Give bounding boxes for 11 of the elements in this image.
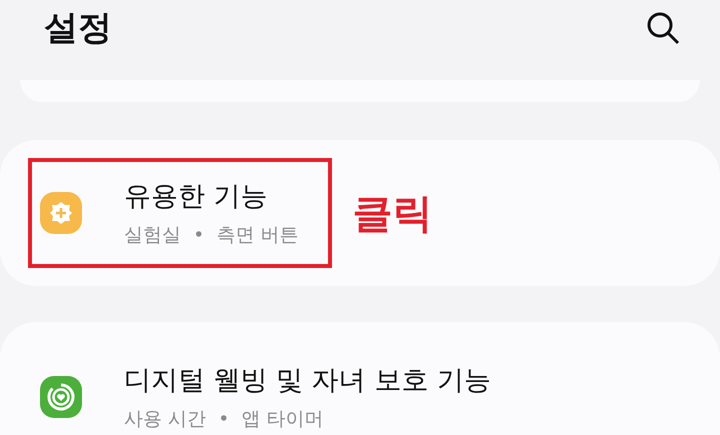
heart-ring-icon: [40, 376, 82, 418]
page-title: 설정: [44, 7, 112, 50]
search-icon[interactable]: [646, 11, 680, 45]
highlight-frame[interactable]: 유용한 기능 실험실 • 측면 버튼: [28, 158, 332, 268]
callout-label: 클릭: [352, 190, 432, 238]
item-title: 디지털 웰빙 및 자녀 보호 기능: [124, 364, 491, 398]
item-title: 유용한 기능: [124, 180, 269, 214]
gear-plus-icon: [40, 192, 82, 234]
item-subtitle: 실험실 • 측면 버튼: [124, 223, 298, 248]
settings-item[interactable]: 디지털 웰빙 및 자녀 보호 기능 사용 시간 • 앱 타이머: [28, 342, 525, 435]
item-subtitle: 사용 시간 • 앱 타이머: [124, 407, 324, 432]
